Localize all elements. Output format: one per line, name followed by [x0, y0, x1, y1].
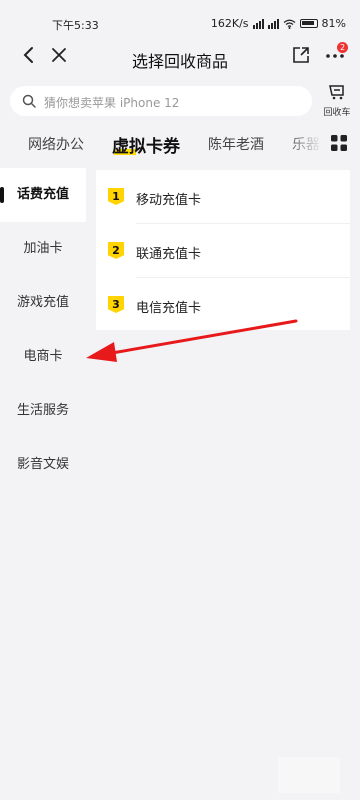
item-label: 移动充值卡 — [136, 193, 202, 208]
sidebar-item-ecommerce-card[interactable]: 电商卡 — [0, 330, 86, 384]
search-placeholder: 猜你想卖苹果 iPhone 12 — [44, 96, 180, 110]
status-time: 下午5:33 — [52, 19, 99, 32]
status-bar: 下午5:33 162K/s 81% — [0, 0, 360, 36]
rank-badge: 1 — [108, 188, 124, 205]
nav-bar: 选择回收商品 2 — [0, 36, 360, 78]
search-icon — [22, 94, 36, 108]
wifi-icon — [283, 19, 295, 29]
battery-icon — [299, 19, 318, 28]
sidebar-item-label: 游戏充值 — [16, 295, 69, 310]
list-item-mobile-card[interactable]: 1 移动充值卡 — [96, 170, 350, 224]
cart-label: 回收车 — [323, 108, 351, 118]
more-options-button[interactable]: 2 — [322, 42, 348, 64]
signal-icon-2 — [267, 18, 279, 29]
sidebar-item-game-recharge[interactable]: 游戏充值 — [0, 276, 86, 330]
sidebar-item-label: 加油卡 — [23, 241, 63, 256]
tab-virtual-cards[interactable]: 虚拟卡券 — [112, 132, 180, 157]
grid-menu-icon[interactable] — [330, 134, 348, 152]
network-speed: 162K/s — [210, 17, 249, 30]
sidebar-item-label: 话费充值 — [16, 187, 69, 202]
notification-badge: 2 — [337, 42, 348, 53]
item-label: 电信充值卡 — [136, 301, 202, 316]
search-input[interactable]: 猜你想卖苹果 iPhone 12 — [10, 86, 312, 116]
rank-badge: 3 — [108, 296, 124, 313]
sidebar-item-label: 电商卡 — [23, 349, 63, 364]
tab-network-office[interactable]: 网络办公 — [28, 134, 84, 154]
tab-aged-liquor[interactable]: 陈年老酒 — [208, 134, 264, 154]
tabs-fade — [284, 124, 322, 164]
list-item-telecom-card[interactable]: 3 电信充值卡 — [96, 278, 350, 332]
sidebar-item-entertainment[interactable]: 影音文娱 — [0, 438, 86, 492]
sidebar: 话费充值 加油卡 游戏充值 电商卡 生活服务 影音文娱 — [0, 168, 86, 800]
list-item-unicom-card[interactable]: 2 联通充值卡 — [96, 224, 350, 278]
floating-button[interactable] — [278, 757, 340, 793]
item-label: 联通充值卡 — [136, 247, 202, 262]
battery-level: 81% — [321, 17, 346, 30]
category-tabs: 网络办公 虚拟卡券 陈年老酒 乐器 — [0, 124, 360, 164]
signal-icon — [252, 18, 264, 29]
search-row: 猜你想卖苹果 iPhone 12 回收车 — [0, 82, 360, 122]
share-icon[interactable] — [291, 45, 311, 65]
status-indicators: 162K/s 81% — [211, 17, 346, 30]
recycle-cart-button[interactable]: 回收车 — [320, 84, 354, 120]
sidebar-item-fuel-card[interactable]: 加油卡 — [0, 222, 86, 276]
card-list: 1 移动充值卡 2 联通充值卡 3 电信充值卡 — [96, 170, 350, 330]
content-area: 1 移动充值卡 2 联通充值卡 3 电信充值卡 — [86, 168, 360, 800]
active-indicator — [0, 187, 4, 203]
tab-label: 虚拟卡券 — [112, 137, 180, 157]
sidebar-item-life-services[interactable]: 生活服务 — [0, 384, 86, 438]
cart-icon — [329, 85, 344, 100]
sidebar-item-label: 生活服务 — [16, 403, 69, 418]
sidebar-item-phone-recharge[interactable]: 话费充值 — [0, 168, 86, 222]
sidebar-item-label: 影音文娱 — [16, 457, 69, 472]
rank-badge: 2 — [108, 242, 124, 259]
